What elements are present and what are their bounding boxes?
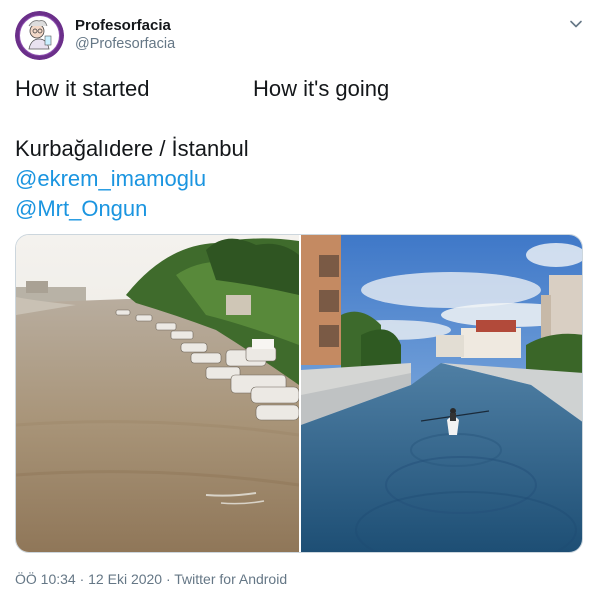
mention-ekrem-imamoglu[interactable]: @ekrem_imamoglu — [15, 164, 585, 194]
cartoon-professor-avatar-icon — [15, 11, 64, 60]
avatar[interactable] — [15, 11, 64, 60]
tweet-media — [15, 234, 583, 553]
photo-how-its-going[interactable] — [301, 235, 582, 552]
caption-how-it-started: How it started — [15, 76, 150, 101]
tweet-header: Profesorfacia @Profesorfacia — [15, 11, 585, 61]
mention-mrt-ongun[interactable]: @Mrt_Ongun — [15, 194, 585, 224]
chevron-down-icon[interactable] — [569, 17, 583, 31]
photo-how-it-started[interactable] — [16, 235, 299, 552]
tweet-timestamp[interactable]: ÖÖ 10:34 · 12 Eki 2020 · Twitter for And… — [15, 571, 287, 587]
caption-how-its-going: How it's going — [253, 76, 390, 101]
author-name[interactable]: Profesorfacia — [75, 17, 171, 34]
author-handle[interactable]: @Profesorfacia — [75, 36, 175, 52]
tweet-text: How it started How it's going Kurbağalıd… — [15, 74, 585, 224]
caption-line: How it started How it's going — [15, 74, 585, 104]
location-line: Kurbağalıdere / İstanbul — [15, 136, 249, 161]
